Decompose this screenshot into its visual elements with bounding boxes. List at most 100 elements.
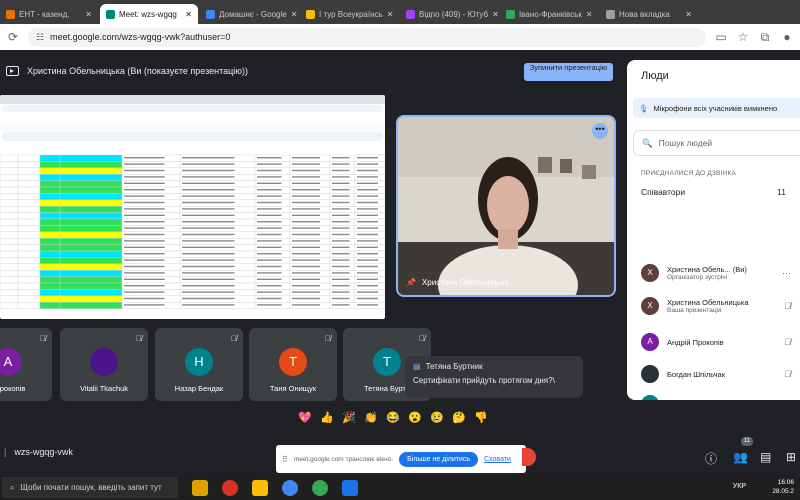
- activities-icon[interactable]: ⊞: [786, 450, 796, 464]
- site-info-icon[interactable]: ☷: [36, 32, 44, 43]
- people-list-item[interactable]: Х Христина Обель... (Ви) Організатор зустр…: [641, 264, 791, 282]
- present-screen-icon: [6, 66, 19, 76]
- sheet-cell-text: [182, 233, 235, 236]
- close-icon[interactable]: ✕: [85, 10, 92, 19]
- telegram-icon[interactable]: [342, 479, 358, 496]
- star-icon[interactable]: ☆: [736, 30, 750, 44]
- sheet-cell-text: [332, 304, 350, 306]
- reaction-emoji[interactable]: 🤔: [452, 411, 466, 425]
- stop-presenting-button[interactable]: Зупинити презентацію: [524, 63, 613, 81]
- sheet-cell: [0, 237, 19, 245]
- participant-tile[interactable]: 🎙̸ Н Назар Бендак: [155, 328, 243, 401]
- sheet-cell: [59, 225, 123, 233]
- sheet-cell-text: [257, 157, 282, 159]
- browser-tab[interactable]: Домашнє - Google ✕: [200, 4, 298, 24]
- reaction-emoji[interactable]: 😢: [430, 411, 444, 425]
- sheet-cell-text: [332, 297, 350, 300]
- tab-label: Івано-Франківськ: [519, 9, 582, 19]
- end-call-button[interactable]: [522, 448, 536, 466]
- sheet-cell-text: [332, 169, 350, 172]
- sheet-cell-text: [332, 163, 350, 165]
- sheet-cell-text: [124, 304, 165, 306]
- sheet-cell-text: [182, 208, 235, 210]
- participant-tile[interactable]: 🎙̸ Т Таня Онищук: [249, 328, 337, 401]
- people-list-item[interactable]: Богдан Шпільчак 🎙̸: [641, 365, 791, 383]
- mic-banner: 🎙 Мікрофони всіх учасників вимкнено: [633, 98, 800, 118]
- keyboard-language[interactable]: УКР: [733, 483, 746, 490]
- pin-icon[interactable]: 📌: [406, 278, 416, 287]
- task-view-icon[interactable]: [192, 479, 208, 496]
- close-icon[interactable]: ✕: [492, 10, 498, 19]
- reaction-emoji[interactable]: 👏: [364, 411, 378, 425]
- close-icon[interactable]: ✕: [291, 10, 298, 19]
- close-icon[interactable]: ✕: [387, 10, 394, 19]
- clock[interactable]: 16:06 28.05.2: [772, 478, 794, 496]
- participant-tile[interactable]: 🎙̸ Аі Прокопів: [0, 328, 52, 401]
- chat-panel-icon[interactable]: ▤: [760, 450, 771, 464]
- browser-tab[interactable]: І тур Всеукраїнсь ✕: [300, 4, 398, 24]
- sheet-cell-text: [357, 246, 378, 248]
- people-list-item[interactable]: Н Назар Бендак 🎙̸: [641, 395, 791, 400]
- browser-tab[interactable]: Нова вкладка ✕: [600, 4, 698, 24]
- browser-tab[interactable]: Відпо (409) - Ютуб ✕: [400, 4, 498, 24]
- reaction-emoji[interactable]: 💖: [298, 411, 312, 425]
- drag-handle-icon[interactable]: ⠿: [282, 455, 288, 464]
- opera-icon[interactable]: [222, 479, 238, 496]
- chrome-profile-icon[interactable]: [312, 479, 328, 496]
- reaction-emoji[interactable]: 🎉: [342, 411, 356, 425]
- close-icon[interactable]: ✕: [586, 10, 593, 19]
- sheet-cell: [0, 289, 19, 296]
- sheet-cell-text: [292, 189, 320, 191]
- hide-button[interactable]: Сховати: [484, 456, 511, 463]
- reaction-emoji[interactable]: 😂: [386, 411, 400, 425]
- speaker-tile[interactable]: ••• 📌 Христина Обельницька: [396, 115, 616, 297]
- reaction-emoji[interactable]: 👍: [320, 411, 334, 425]
- sheet-cell: [17, 154, 41, 162]
- sheet-cell: [39, 231, 61, 239]
- people-icon[interactable]: 👥: [733, 450, 748, 464]
- close-icon[interactable]: ✕: [185, 10, 192, 19]
- sheet-cell-text: [182, 201, 235, 204]
- cohosts-row[interactable]: Співавтори 11: [627, 177, 800, 197]
- participant-tile[interactable]: 🎙̸ Vitalii Tkachuk: [60, 328, 148, 401]
- people-list-item[interactable]: А Андрій Прокопів 🎙̸: [641, 333, 791, 351]
- address-bar[interactable]: ☷ meet.google.com/wzs-wgqg-vwk?authuser=…: [28, 27, 706, 47]
- browser-tab[interactable]: Meet: wzs-wgqg ✕: [100, 4, 198, 24]
- people-search-input[interactable]: 🔍 Пошук людей: [633, 130, 800, 156]
- chat-notification[interactable]: ▤ Тетяна Буртник Сертифікати прийдуть пр…: [405, 356, 583, 398]
- sheet-cell: [39, 180, 61, 188]
- person-role: Ваша презентація: [667, 306, 722, 314]
- browser-tab[interactable]: Івано-Франківськ ✕: [500, 4, 598, 24]
- file-explorer-icon[interactable]: [252, 479, 268, 496]
- sheet-cell-text: [357, 304, 378, 306]
- reaction-emoji[interactable]: 👎: [474, 411, 488, 425]
- browser-tab[interactable]: ЕНТ - казенд. ✕: [0, 4, 98, 24]
- extensions-icon[interactable]: ⧉: [758, 30, 772, 45]
- chrome-icon[interactable]: [282, 479, 298, 496]
- camera-icon[interactable]: ▭: [714, 30, 728, 44]
- close-icon[interactable]: ✕: [685, 10, 692, 19]
- sheet-cell-text: [357, 169, 378, 172]
- avatar: Т: [373, 348, 401, 376]
- reaction-emoji[interactable]: 😮: [408, 411, 422, 425]
- avatar: Х: [641, 264, 659, 282]
- sheet-cell: [39, 250, 61, 258]
- people-panel-title: Люди: [641, 70, 669, 82]
- taskbar-search[interactable]: ⌕ Щоби почати пошук, введіть запит тут: [2, 477, 178, 498]
- participant-name: і Прокопів: [0, 384, 26, 393]
- more-options-icon[interactable]: •••: [592, 123, 608, 139]
- sheet-cell: [17, 257, 41, 265]
- sheet-cell-text: [332, 278, 350, 280]
- sheet-cell-text: [124, 272, 165, 274]
- stop-sharing-button[interactable]: Більше не ділитись: [399, 451, 479, 467]
- sheet-cell: [17, 167, 41, 175]
- info-icon[interactable]: ⓘ: [705, 450, 717, 467]
- reload-icon[interactable]: ⟳: [6, 30, 20, 44]
- sheet-cell: [0, 231, 19, 239]
- people-list-item[interactable]: Х Христина Обельницька Ваша презентація 🎙̸: [641, 297, 791, 315]
- mic-off-icon: 🎙: [639, 103, 649, 113]
- profile-icon[interactable]: ●: [780, 30, 794, 44]
- participant-name: Таня Онищук: [269, 384, 317, 393]
- sheet-cell-text: [292, 208, 320, 210]
- chat-icon: ▤: [413, 362, 421, 371]
